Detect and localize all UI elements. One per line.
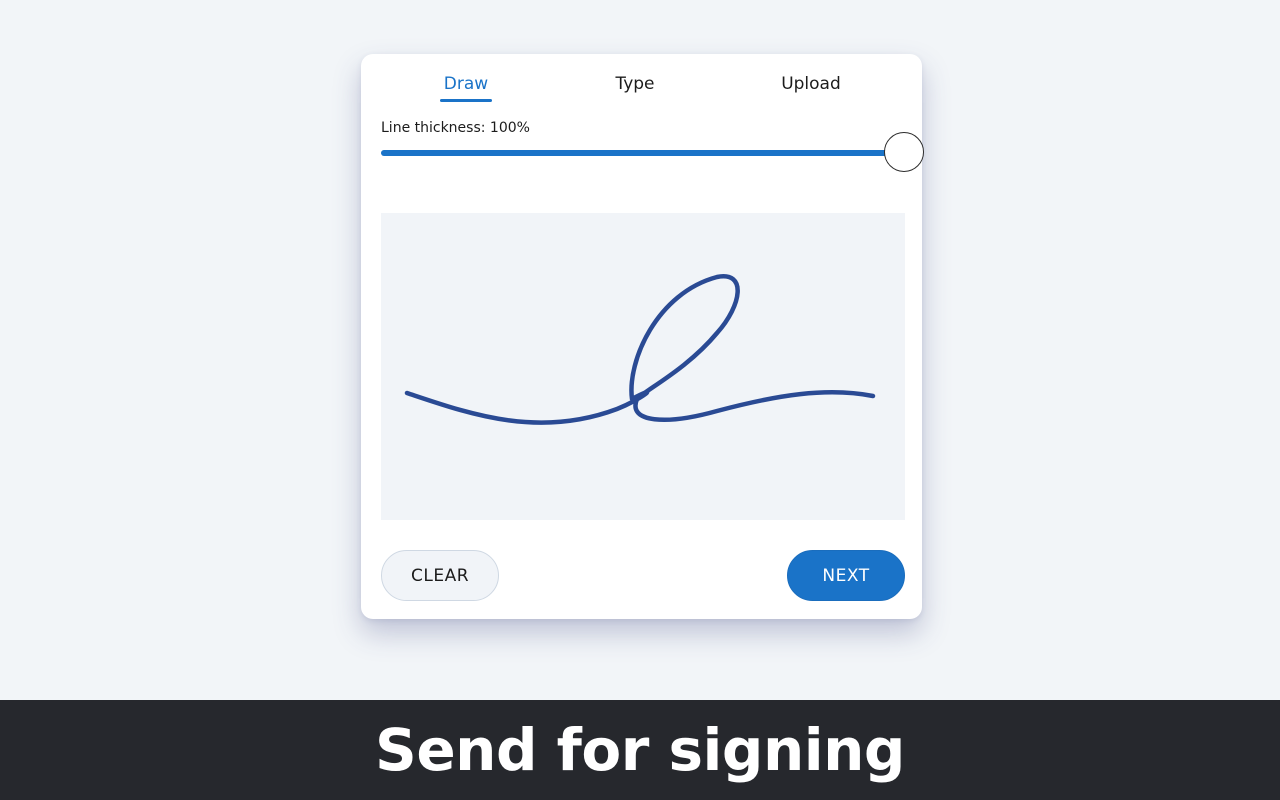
next-button[interactable]: NEXT — [787, 550, 905, 601]
tab-upload-label: Upload — [781, 74, 841, 94]
caption-banner: Send for signing — [0, 700, 1280, 800]
tab-draw[interactable]: Draw — [440, 74, 492, 102]
page: Draw Type Upload Line thickness: 100% CL… — [0, 0, 1280, 800]
tab-type[interactable]: Type — [609, 74, 661, 102]
line-thickness-label: Line thickness: 100% — [381, 120, 530, 136]
line-thickness-slider[interactable] — [381, 132, 924, 172]
signature-stroke — [404, 274, 876, 425]
tab-upload[interactable]: Upload — [773, 74, 849, 102]
tab-type-label: Type — [615, 74, 655, 94]
clear-button[interactable]: CLEAR — [381, 550, 499, 601]
slider-fill — [381, 150, 904, 156]
tab-active-indicator — [440, 99, 492, 102]
signature-canvas — [404, 274, 876, 425]
tab-draw-label: Draw — [443, 74, 489, 94]
slider-thumb[interactable] — [884, 132, 924, 172]
signature-dialog: Draw Type Upload Line thickness: 100% CL… — [361, 54, 924, 619]
signature-pad[interactable] — [381, 213, 905, 520]
caption-text: Send for signing — [375, 716, 905, 784]
